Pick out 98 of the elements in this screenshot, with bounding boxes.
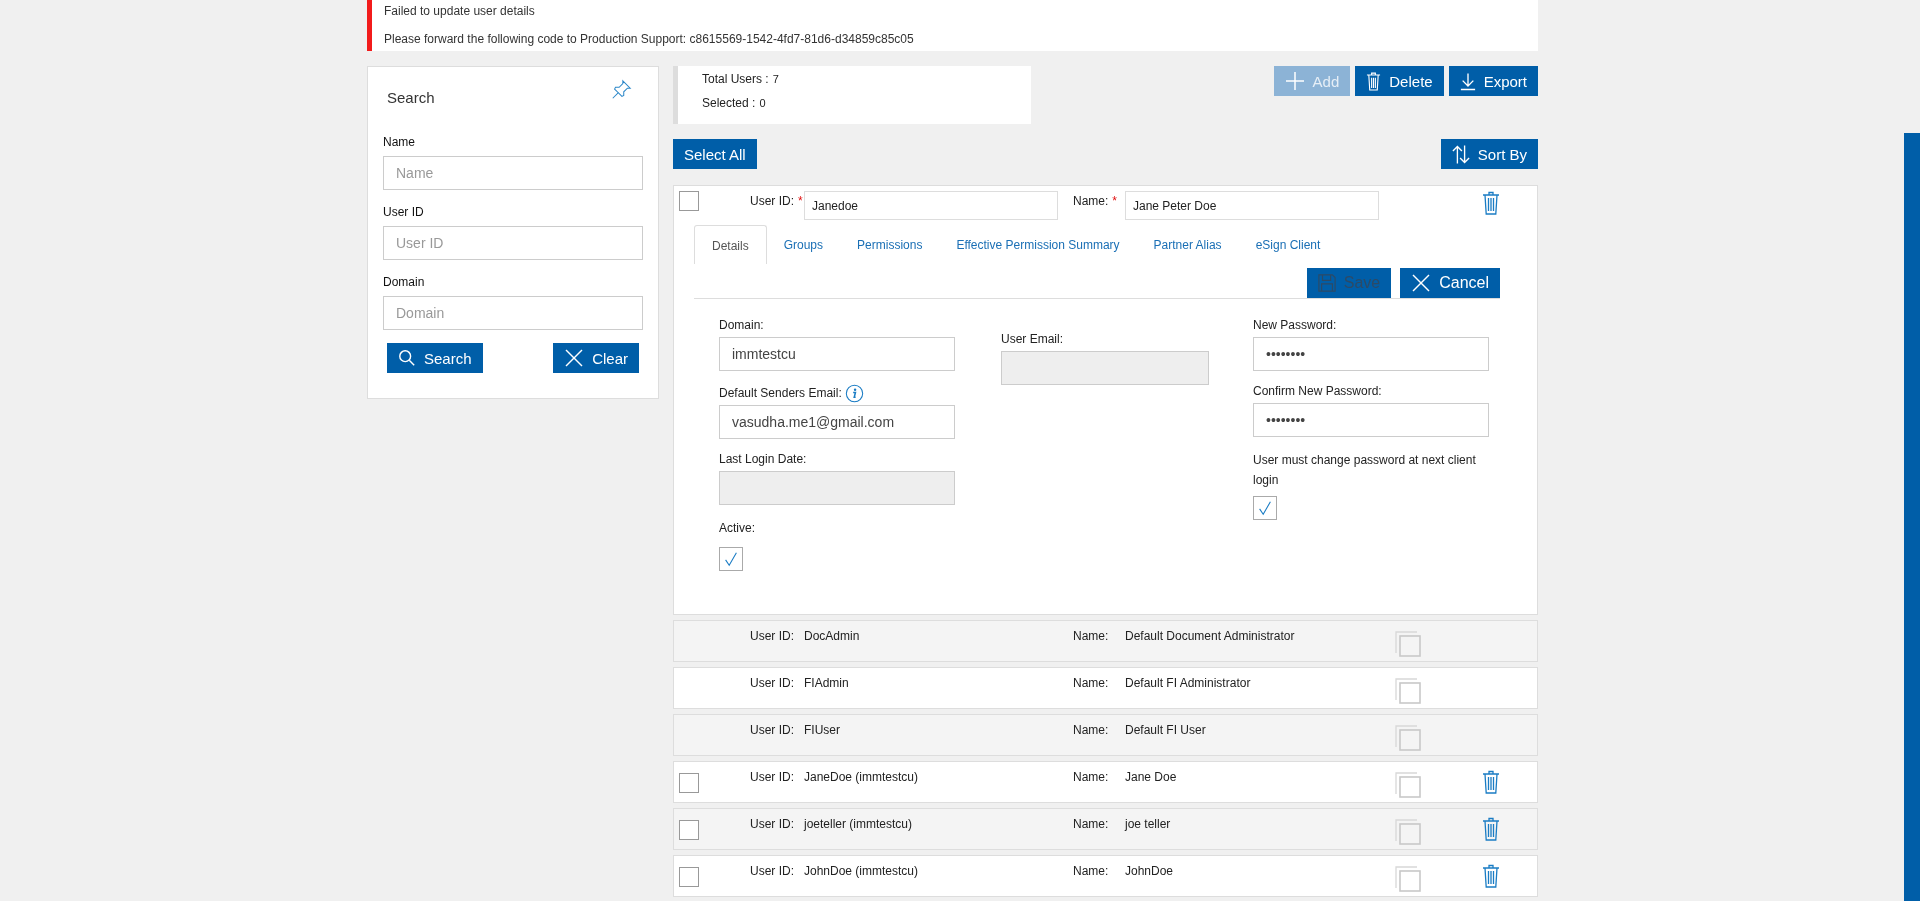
tab[interactable]: Groups [766,225,841,264]
user-row[interactable]: User ID: joeteller (immtestcu) Name: joe teller [673,808,1538,850]
field-label: Name: [1073,863,1110,878]
name-text: Default FI User [1125,722,1207,737]
text-field[interactable]: •••••••• [1253,337,1489,371]
summary-value: 0 [759,97,766,109]
user-row[interactable]: User ID: DocAdmin Name: Default Document Administrator [673,620,1538,662]
close-icon [1411,273,1432,293]
panel-title: Search [387,89,435,106]
clear-button[interactable]: Clear [553,343,639,373]
field-label: User ID: [750,628,795,643]
name-text: JohnDoe [1125,863,1175,878]
field-label: User Email: [1001,332,1063,346]
field-label: User ID: [750,194,794,208]
search-icon [398,349,416,367]
field-label: User ID: [750,675,795,690]
name-text: Jane Doe [1125,769,1178,784]
checkbox[interactable] [679,773,699,793]
field-label: Domain: [719,318,764,332]
user-row[interactable]: User ID: FIAdmin Name: Default FI Administrator [673,667,1538,709]
pin-icon[interactable] [610,79,632,101]
tab[interactable]: Permissions [840,225,940,264]
copy-icon[interactable] [1395,771,1422,799]
required-mark: * [798,194,803,208]
error-message: Please forward the following code to Production Support: c8615569-1542-4fd7-81d6-d34859c85c05 [384,32,915,46]
checkbox-label: User must change password at next client login [1253,452,1477,489]
scroll-bar[interactable] [1904,133,1920,901]
user-id-text: JohnDoe (immtestcu) [804,863,920,878]
export-button[interactable]: Export [1448,66,1538,96]
summary-label: Selected : [702,96,756,110]
user-id-text: FIAdmin [804,675,850,690]
text-field[interactable]: •••••••• [1253,403,1489,437]
checkmark-icon [722,550,740,568]
text-field[interactable]: Jane Peter Doe [1125,191,1379,220]
trash-icon[interactable] [1482,864,1500,888]
field-label: Name: [1073,194,1109,208]
user-row[interactable]: User ID: JohnDoe (immtestcu) Name: JohnDoe [673,855,1538,897]
required-mark: * [1112,194,1117,208]
name-text: Default Document Administrator [1125,628,1296,643]
name-text: joe teller [1125,816,1172,831]
copy-icon[interactable] [1395,677,1422,705]
field-label: Confirm New Password: [1253,384,1382,398]
summary-label: Total Users : [702,72,769,86]
close-icon [564,348,585,368]
name-text: Default FI Administrator [1125,675,1252,690]
field-label: User ID: [750,816,795,831]
text-field[interactable]: immtestcu [719,337,955,371]
field-label: Name: [1073,675,1110,690]
field-label: Name: [1073,722,1110,737]
user-row[interactable]: User ID: FIUser Name: Default FI User [673,714,1538,756]
field-label: Name [383,135,416,149]
tab[interactable]: Partner Alias [1136,225,1239,264]
field-label: Default Senders Email: [719,386,842,400]
cancel-button[interactable]: Cancel [1400,268,1500,298]
field-label: User ID: [750,863,795,878]
field-label: User ID: [750,722,795,737]
checkbox[interactable] [719,547,743,571]
user-id-text: DocAdmin [804,628,861,643]
tab[interactable]: Effective Permission Summary [939,225,1137,264]
copy-icon[interactable] [1395,865,1422,893]
user-row[interactable]: User ID: JaneDoe (immtestcu) Name: Jane Doe [673,761,1538,803]
field-label: New Password: [1253,318,1337,332]
field-label: Last Login Date: [719,452,807,466]
info-icon[interactable] [844,384,864,403]
summary-value: 7 [772,73,779,85]
field-label: User ID: [750,769,795,784]
field-label: Name: [1073,769,1110,784]
sort-button[interactable]: Sort By [1440,139,1538,169]
download-icon [1459,71,1476,91]
user-id-text: joeteller (immtestcu) [804,816,914,831]
text-field[interactable]: Name [383,156,643,190]
field-label: Domain [383,275,426,289]
checkbox[interactable] [679,191,699,211]
field-label: Name: [1073,628,1110,643]
checkbox[interactable] [1253,496,1277,520]
checkbox[interactable] [679,820,699,840]
field-label: User ID [383,205,425,219]
checkmark-icon [1256,499,1274,517]
delete-button[interactable]: Delete [1355,66,1444,96]
trash-icon [1366,71,1382,91]
field-label: Name: [1073,816,1110,831]
trash-icon[interactable] [1482,191,1500,215]
checkbox-label: Active: [719,520,756,537]
tab[interactable]: eSign Client [1238,225,1338,264]
text-field[interactable]: User ID [383,226,643,260]
checkbox[interactable] [679,867,699,887]
tab[interactable]: Details [694,225,767,264]
text-field[interactable]: Domain [383,296,643,330]
search-button[interactable]: Search [387,343,483,373]
trash-icon[interactable] [1482,817,1500,841]
plus-icon [1284,71,1305,91]
user-id-text: FIUser [804,722,841,737]
sort-icon [1451,143,1470,165]
text-field[interactable]: Janedoe [804,191,1058,220]
trash-icon[interactable] [1482,770,1500,794]
error-message: Failed to update user details [384,4,536,18]
user-id-text: JaneDoe (immtestcu) [804,769,920,784]
text-field[interactable]: vasudha.me1@gmail.com [719,405,955,439]
